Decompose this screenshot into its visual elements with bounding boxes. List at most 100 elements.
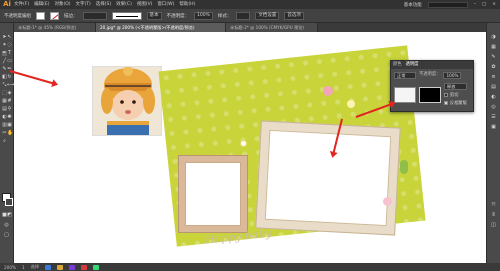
taskbar-app-icon[interactable] xyxy=(57,264,64,270)
zoom-level[interactable]: 200% xyxy=(4,265,16,270)
leaf-decoration xyxy=(400,160,408,174)
invert-mask-checkbox-row[interactable]: 反相蒙版 xyxy=(444,100,467,106)
large-frame-opening xyxy=(264,129,392,227)
stroke-panel-icon[interactable]: ≡ xyxy=(491,75,496,80)
large-photo-frame[interactable] xyxy=(255,120,401,236)
stroke-profile-preview[interactable] xyxy=(111,11,142,20)
lasso-tool-icon[interactable]: ◌ xyxy=(7,43,12,48)
gradient-mode-icon[interactable]: ◩ xyxy=(7,213,12,218)
menu-right-group: 基本功能 – □ × xyxy=(404,0,496,9)
maximize-icon[interactable]: □ xyxy=(482,2,486,7)
menu-edit[interactable]: 编辑(E) xyxy=(34,0,49,9)
mesh-tool-icon[interactable]: # xyxy=(7,99,12,104)
mask-row: 释放 剪切 反相蒙版 xyxy=(391,81,473,108)
transform-panel-icon[interactable]: ⤧ xyxy=(491,203,496,208)
clip-checkbox-row[interactable]: 剪切 xyxy=(444,92,467,98)
artboard-number[interactable]: 1 xyxy=(22,265,25,270)
menu-type[interactable]: 文字(T) xyxy=(76,0,91,9)
symbols-panel-icon[interactable]: ✿ xyxy=(491,65,496,70)
stroke-weight-dropdown[interactable] xyxy=(82,11,107,20)
opacity-field[interactable]: 100% xyxy=(194,11,213,20)
blend-row: 正常 不透明度： 100% xyxy=(391,69,473,81)
invert-mask-checkbox[interactable] xyxy=(444,101,448,105)
artboards-panel-icon[interactable]: ▣ xyxy=(491,125,496,130)
child-photo-illustration xyxy=(93,67,161,135)
release-button[interactable]: 释放 xyxy=(444,83,467,90)
document-tabs: 未标题-1* @ 45% (RGB/预览) 20.jpg* @ 200% (<不… xyxy=(14,23,486,32)
align-panel-icon[interactable]: ⫴ xyxy=(491,213,496,218)
screen-mode-icon[interactable]: ▢ xyxy=(4,233,9,238)
width-tool-icon[interactable]: ⟷ xyxy=(7,83,14,88)
style-dropdown[interactable] xyxy=(236,11,251,20)
transparency-panel-icon[interactable]: ◐ xyxy=(491,95,496,100)
direct-selection-tool-icon[interactable]: ↖ xyxy=(7,35,12,40)
small-photo-frame[interactable] xyxy=(178,155,248,233)
child-photo[interactable] xyxy=(92,66,162,136)
illustrator-window: Ai 文件(F) 编辑(E) 对象(O) 文字(T) 选择(S) 效果(C) 视… xyxy=(0,0,500,271)
artwork-thumbnail[interactable] xyxy=(394,86,416,103)
artboard-tool-icon[interactable]: ▣ xyxy=(7,123,12,128)
pathfinder-panel-icon[interactable]: ◫ xyxy=(491,223,496,228)
search-input[interactable] xyxy=(427,1,468,8)
color-panel-icon[interactable]: ◑ xyxy=(491,35,496,40)
menu-bar: Ai 文件(F) 编辑(E) 对象(O) 文字(T) 选择(S) 效果(C) 视… xyxy=(0,0,500,9)
clip-label: 剪切 xyxy=(450,92,459,97)
rectangle-tool-icon[interactable]: ▭ xyxy=(7,59,12,64)
menu-select[interactable]: 选择(S) xyxy=(96,0,111,9)
panel-tabs: 颜色 透明度 xyxy=(391,61,473,69)
rotate-tool-icon[interactable]: ↻ xyxy=(7,75,12,80)
menu-file[interactable]: 文件(F) xyxy=(14,0,29,9)
draw-mode-icon[interactable]: ◎ xyxy=(4,223,9,228)
blend-mode-dropdown[interactable]: 正常 xyxy=(394,71,416,79)
transparency-panel: 颜色 透明度 正常 不透明度： 100% 释放 剪切 反相蒙版 xyxy=(390,60,474,112)
yellow-flower-decoration xyxy=(347,100,355,108)
zoom-tool-icon[interactable]: ⌕ xyxy=(2,139,7,144)
menu-window[interactable]: 窗口(W) xyxy=(157,0,174,9)
opacity-mask-thumbnail[interactable] xyxy=(419,86,441,103)
brushes-panel-icon[interactable]: ✎ xyxy=(491,55,496,60)
menu-object[interactable]: 对象(O) xyxy=(54,0,70,9)
menu-help[interactable]: 帮助(H) xyxy=(179,0,195,9)
daisy-decoration xyxy=(240,140,247,147)
menu-view[interactable]: 视图(V) xyxy=(137,0,153,9)
taskbar-app-icon[interactable] xyxy=(93,264,100,270)
pink-flower-decoration xyxy=(323,86,333,96)
gradient-panel-icon[interactable]: ▤ xyxy=(491,85,496,90)
menu-effect[interactable]: 效果(C) xyxy=(116,0,132,9)
brush-preset-dropdown[interactable]: 基本 xyxy=(146,11,162,20)
document-setup-button[interactable]: 文档设置 xyxy=(255,11,280,20)
taskbar-app-icon[interactable] xyxy=(69,264,76,270)
preferences-button[interactable]: 首选项 xyxy=(284,11,304,20)
shape-builder-tool-icon[interactable]: ◈ xyxy=(7,91,12,96)
invert-mask-label: 反相蒙版 xyxy=(450,100,467,105)
status-mode: 选择 xyxy=(30,264,40,269)
stroke-color-swatch[interactable] xyxy=(50,11,59,20)
layers-panel-icon[interactable]: ☰ xyxy=(491,115,496,120)
mask-options: 释放 剪切 反相蒙版 xyxy=(444,83,467,106)
status-bar: 200% 1 选择 xyxy=(0,263,500,271)
tab-document-1[interactable]: 未标题-1* @ 45% (RGB/预览) xyxy=(14,23,96,32)
close-icon[interactable]: × xyxy=(492,2,496,7)
eyedropper-tool-icon[interactable]: ⚲ xyxy=(7,107,12,112)
opacity-label: 不透明度： xyxy=(166,13,190,19)
appearance-panel-icon[interactable]: ◎ xyxy=(491,105,496,110)
tab-transparency[interactable]: 透明度 xyxy=(406,61,419,69)
tab-color[interactable]: 颜色 xyxy=(393,61,402,69)
swatches-panel-icon[interactable]: ▦ xyxy=(491,45,496,50)
taskbar-app-icon[interactable] xyxy=(45,264,52,270)
selection-type-label: 不透明度编组 xyxy=(4,13,31,19)
panel-opacity-label: 不透明度： xyxy=(419,72,441,77)
workspace-switcher[interactable]: 基本功能 xyxy=(404,2,422,8)
stroke-swatch[interactable] xyxy=(5,198,13,206)
tab-document-3[interactable]: 未标题-2* @ 100% (CMYK/GPU 预览) xyxy=(226,23,318,32)
hand-tool-icon[interactable]: ✋ xyxy=(7,131,13,136)
type-tool-icon[interactable]: T xyxy=(7,51,12,56)
symbol-sprayer-tool-icon[interactable]: ✺ xyxy=(7,115,12,120)
minimize-icon[interactable]: – xyxy=(474,2,476,7)
panel-opacity-field[interactable]: 100% xyxy=(443,71,462,79)
tab-document-2[interactable]: 20.jpg* @ 200% (<不透明蒙版>/不透明度/预览) xyxy=(96,23,226,32)
taskbar-app-icon[interactable] xyxy=(81,264,88,270)
pink-flower-decoration xyxy=(383,197,392,206)
fill-color-swatch[interactable] xyxy=(36,11,45,20)
clip-checkbox[interactable] xyxy=(444,93,448,97)
